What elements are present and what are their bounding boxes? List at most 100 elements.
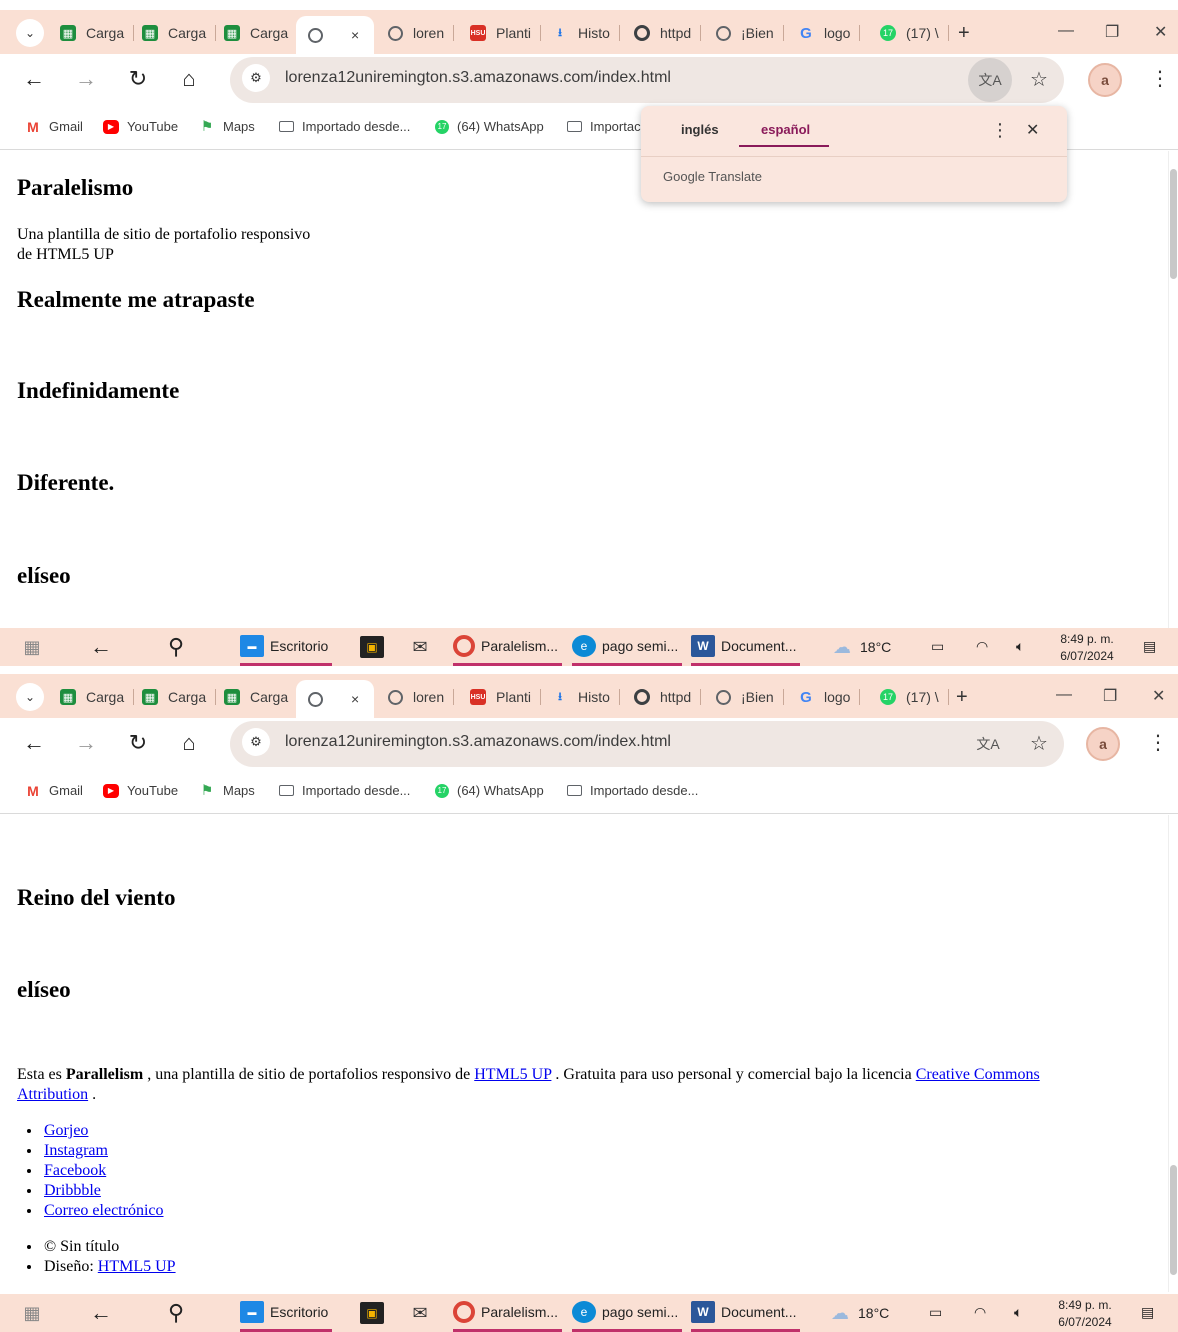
url-text[interactable]: lorenza12uniremington.s3.amazonaws.com/i… <box>285 69 671 87</box>
tab[interactable]: loren <box>388 19 455 47</box>
tab[interactable]: httpd <box>634 683 702 711</box>
taskbar-app[interactable]: Paralelism... <box>453 628 563 666</box>
tab-search-button[interactable]: ⌄ <box>16 683 44 711</box>
tab[interactable]: 17 (17) \ <box>880 683 949 711</box>
back-button[interactable]: ← <box>20 66 48 92</box>
taskbar-app[interactable]: W Document... <box>691 1294 801 1332</box>
translate-icon[interactable]: 文A <box>966 722 1010 766</box>
clock[interactable]: 8:49 p. m. 6/07/2024 <box>1052 631 1122 665</box>
minimize-button[interactable]: — <box>1058 22 1074 40</box>
taskbar-app[interactable]: Paralelism... <box>453 1294 563 1332</box>
tab-close-button[interactable]: × <box>351 691 359 707</box>
widgets-button[interactable]: ▦ <box>20 1294 50 1332</box>
instagram-link[interactable]: Instagram <box>44 1142 108 1159</box>
tab[interactable]: Glogo <box>798 683 861 711</box>
bookmark-gmail[interactable]: M Gmail <box>25 119 83 135</box>
tab[interactable]: loren <box>388 683 455 711</box>
tab[interactable]: Glogo <box>798 19 861 47</box>
bookmark-folder[interactable]: Importado desde... <box>279 119 410 134</box>
bookmark-maps[interactable]: ⚑ Maps <box>199 118 255 134</box>
bookmark-whatsapp[interactable]: 17 (64) WhatsApp <box>435 119 544 134</box>
bookmark-maps[interactable]: ⚑ Maps <box>199 782 255 798</box>
bookmark-gmail[interactable]: M Gmail <box>25 783 83 799</box>
tab-active[interactable]: × <box>296 680 374 718</box>
mail-icon[interactable]: ✉ <box>408 628 438 666</box>
translate-options-icon[interactable]: ⋮ <box>991 120 1009 141</box>
volume-icon[interactable]: 🔈︎ <box>1016 638 1024 655</box>
tab[interactable]: httpd <box>634 19 702 47</box>
store-icon[interactable]: ▣ <box>360 1294 390 1332</box>
bookmark-star-icon[interactable]: ☆ <box>1030 731 1048 756</box>
tab-close-button[interactable]: × <box>351 27 359 43</box>
scrollbar[interactable] <box>1168 815 1178 1292</box>
bookmark-youtube[interactable]: ▶ YouTube <box>103 119 178 134</box>
facebook-link[interactable]: Facebook <box>44 1162 106 1179</box>
dribbble-link[interactable]: Dribbble <box>44 1182 101 1199</box>
html5up-link[interactable]: HTML5 UP <box>474 1066 551 1083</box>
bookmark-star-icon[interactable]: ☆ <box>1030 67 1048 92</box>
tab[interactable]: ¡Bien <box>716 19 784 47</box>
restore-button[interactable]: ❐ <box>1103 686 1117 706</box>
scrollbar-thumb[interactable] <box>1170 1165 1177 1275</box>
tab[interactable]: ▦ Carga <box>60 683 135 711</box>
scrollbar-thumb[interactable] <box>1170 169 1177 279</box>
restore-button[interactable]: ❐ <box>1105 22 1119 42</box>
minimize-button[interactable]: — <box>1056 686 1072 704</box>
menu-kebab-icon[interactable]: ⋮ <box>1150 66 1170 91</box>
back-icon[interactable]: ← <box>90 628 112 666</box>
weather-widget[interactable]: ☁ 18°C <box>828 1294 889 1332</box>
twitter-link[interactable]: Gorjeo <box>44 1122 88 1139</box>
taskbar-app[interactable]: ▬ Escritorio <box>240 628 333 666</box>
home-button[interactable]: ⌂ <box>175 730 203 756</box>
site-info-icon[interactable]: ⚙ <box>242 728 270 756</box>
site-info-icon[interactable]: ⚙ <box>242 64 270 92</box>
reload-button[interactable]: ↻ <box>124 730 152 756</box>
taskbar-app[interactable]: e pago semi... <box>572 628 683 666</box>
tab[interactable]: HSU Planti <box>470 19 542 47</box>
notifications-icon[interactable]: ▤ <box>1141 1304 1154 1321</box>
url-text[interactable]: lorenza12uniremington.s3.amazonaws.com/i… <box>285 733 671 751</box>
search-icon[interactable]: ⚲ <box>168 628 184 666</box>
store-icon[interactable]: ▣ <box>360 628 390 666</box>
tab[interactable]: ⭳ Histo <box>552 683 620 711</box>
bookmark-whatsapp[interactable]: 17 (64) WhatsApp <box>435 783 544 798</box>
clock[interactable]: 8:49 p. m. 6/07/2024 <box>1050 1297 1120 1331</box>
battery-icon[interactable]: ▭ <box>931 638 944 655</box>
translate-icon[interactable]: 文A <box>968 58 1012 102</box>
translate-close-icon[interactable]: ✕ <box>1026 120 1039 140</box>
bookmark-folder[interactable]: Importac <box>567 119 641 134</box>
tab[interactable]: HSU Planti <box>470 683 542 711</box>
wifi-icon[interactable]: ◠ <box>974 1304 986 1321</box>
bookmark-folder[interactable]: Importado desde... <box>567 783 698 798</box>
tab[interactable]: ▦ Carga <box>224 683 288 711</box>
volume-icon[interactable]: 🔈︎ <box>1014 1304 1022 1321</box>
home-button[interactable]: ⌂ <box>175 66 203 92</box>
close-window-button[interactable]: ✕ <box>1152 686 1165 706</box>
new-tab-button[interactable]: + <box>958 22 970 45</box>
tab[interactable]: ⭳ Histo <box>552 19 620 47</box>
tab[interactable]: ▦ Carga <box>224 19 288 47</box>
back-button[interactable]: ← <box>20 730 48 756</box>
taskbar-app[interactable]: ▬ Escritorio <box>240 1294 333 1332</box>
reload-button[interactable]: ↻ <box>124 66 152 92</box>
notifications-icon[interactable]: ▤ <box>1143 638 1156 655</box>
license-link[interactable]: Attribution <box>17 1086 88 1103</box>
forward-button[interactable]: → <box>72 66 100 92</box>
html5up-link[interactable]: HTML5 UP <box>98 1258 176 1275</box>
tab[interactable]: 17 (17) \ <box>880 19 949 47</box>
battery-icon[interactable]: ▭ <box>929 1304 942 1321</box>
tab-active[interactable]: × <box>296 16 374 54</box>
tab[interactable]: ▦ Carga <box>142 683 217 711</box>
back-icon[interactable]: ← <box>90 1294 112 1332</box>
translate-source-lang[interactable]: inglés <box>681 122 719 137</box>
tab-search-button[interactable]: ⌄ <box>16 19 44 47</box>
scrollbar[interactable] <box>1168 151 1178 628</box>
tab[interactable]: ▦ Carga <box>60 19 135 47</box>
email-link[interactable]: Correo electrónico <box>44 1202 164 1219</box>
mail-icon[interactable]: ✉ <box>408 1294 438 1332</box>
forward-button[interactable]: → <box>72 730 100 756</box>
tab[interactable]: ¡Bien <box>716 683 784 711</box>
profile-avatar[interactable]: a <box>1086 727 1120 761</box>
weather-widget[interactable]: ☁ 18°C <box>830 628 891 666</box>
wifi-icon[interactable]: ◠ <box>976 638 988 655</box>
